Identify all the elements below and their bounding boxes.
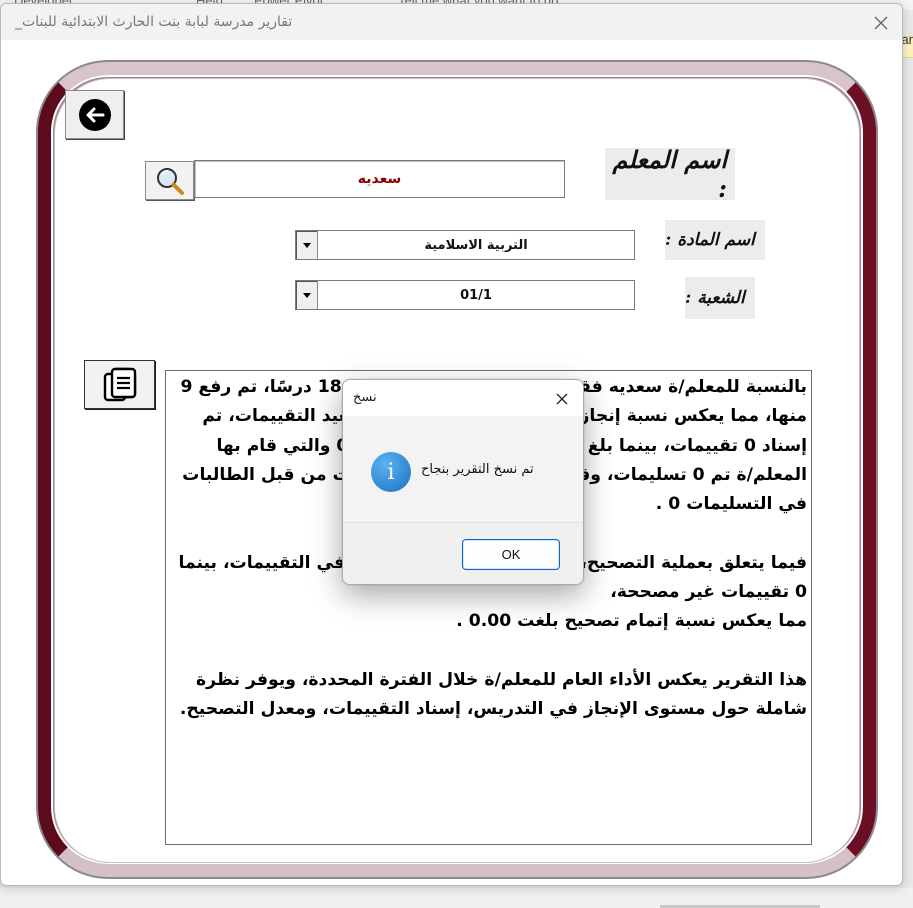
copy-icon xyxy=(103,367,136,401)
dialog-body: i تم نسخ التقرير بنجاح xyxy=(343,416,583,522)
subject-combobox[interactable]: التربية الاسلامية xyxy=(295,230,635,260)
teacher-label: اسم المعلم : xyxy=(605,145,735,203)
dialog-close-button[interactable] xyxy=(551,388,573,410)
arrow-left-icon xyxy=(78,98,111,131)
magnifier-icon xyxy=(156,167,184,195)
userform-titlebar: تقارير مدرسة لبابة بنت الحارث الابتدائية… xyxy=(1,4,902,40)
background-status-bar xyxy=(0,888,913,908)
subject-label: اسم المادة : xyxy=(665,220,765,260)
chevron-down-icon xyxy=(302,292,311,298)
subject-value: التربية الاسلامية xyxy=(424,237,528,253)
teacher-name-field[interactable]: سعديه xyxy=(194,160,565,198)
subject-dropdown-button[interactable] xyxy=(296,231,318,259)
message-dialog: نسخ i تم نسخ التقرير بنجاح OK xyxy=(342,379,584,585)
section-combobox[interactable]: 01/1 xyxy=(295,280,635,310)
dialog-title: نسخ xyxy=(353,390,377,405)
back-button[interactable] xyxy=(65,90,124,139)
ok-button[interactable]: OK xyxy=(462,539,560,570)
userform-title: تقارير مدرسة لبابة بنت الحارث الابتدائية… xyxy=(15,14,293,30)
info-icon: i xyxy=(371,452,411,492)
close-button[interactable] xyxy=(868,10,894,36)
background-label: ar xyxy=(901,32,913,47)
close-icon xyxy=(556,393,568,405)
dialog-message: تم نسخ التقرير بنجاح xyxy=(421,462,534,477)
report-paragraph: هذا التقرير يعكس الأداء العام للمعلم/ة خ… xyxy=(179,669,807,720)
dialog-footer: OK xyxy=(343,522,583,584)
section-label: الشعبة : xyxy=(685,277,755,319)
section-value: 01/1 xyxy=(460,287,492,303)
dialog-titlebar: نسخ xyxy=(343,380,583,416)
section-dropdown-button[interactable] xyxy=(296,281,318,309)
copy-button[interactable] xyxy=(84,360,155,409)
chevron-down-icon xyxy=(302,242,311,248)
search-button[interactable] xyxy=(145,161,194,200)
close-icon xyxy=(874,16,888,30)
